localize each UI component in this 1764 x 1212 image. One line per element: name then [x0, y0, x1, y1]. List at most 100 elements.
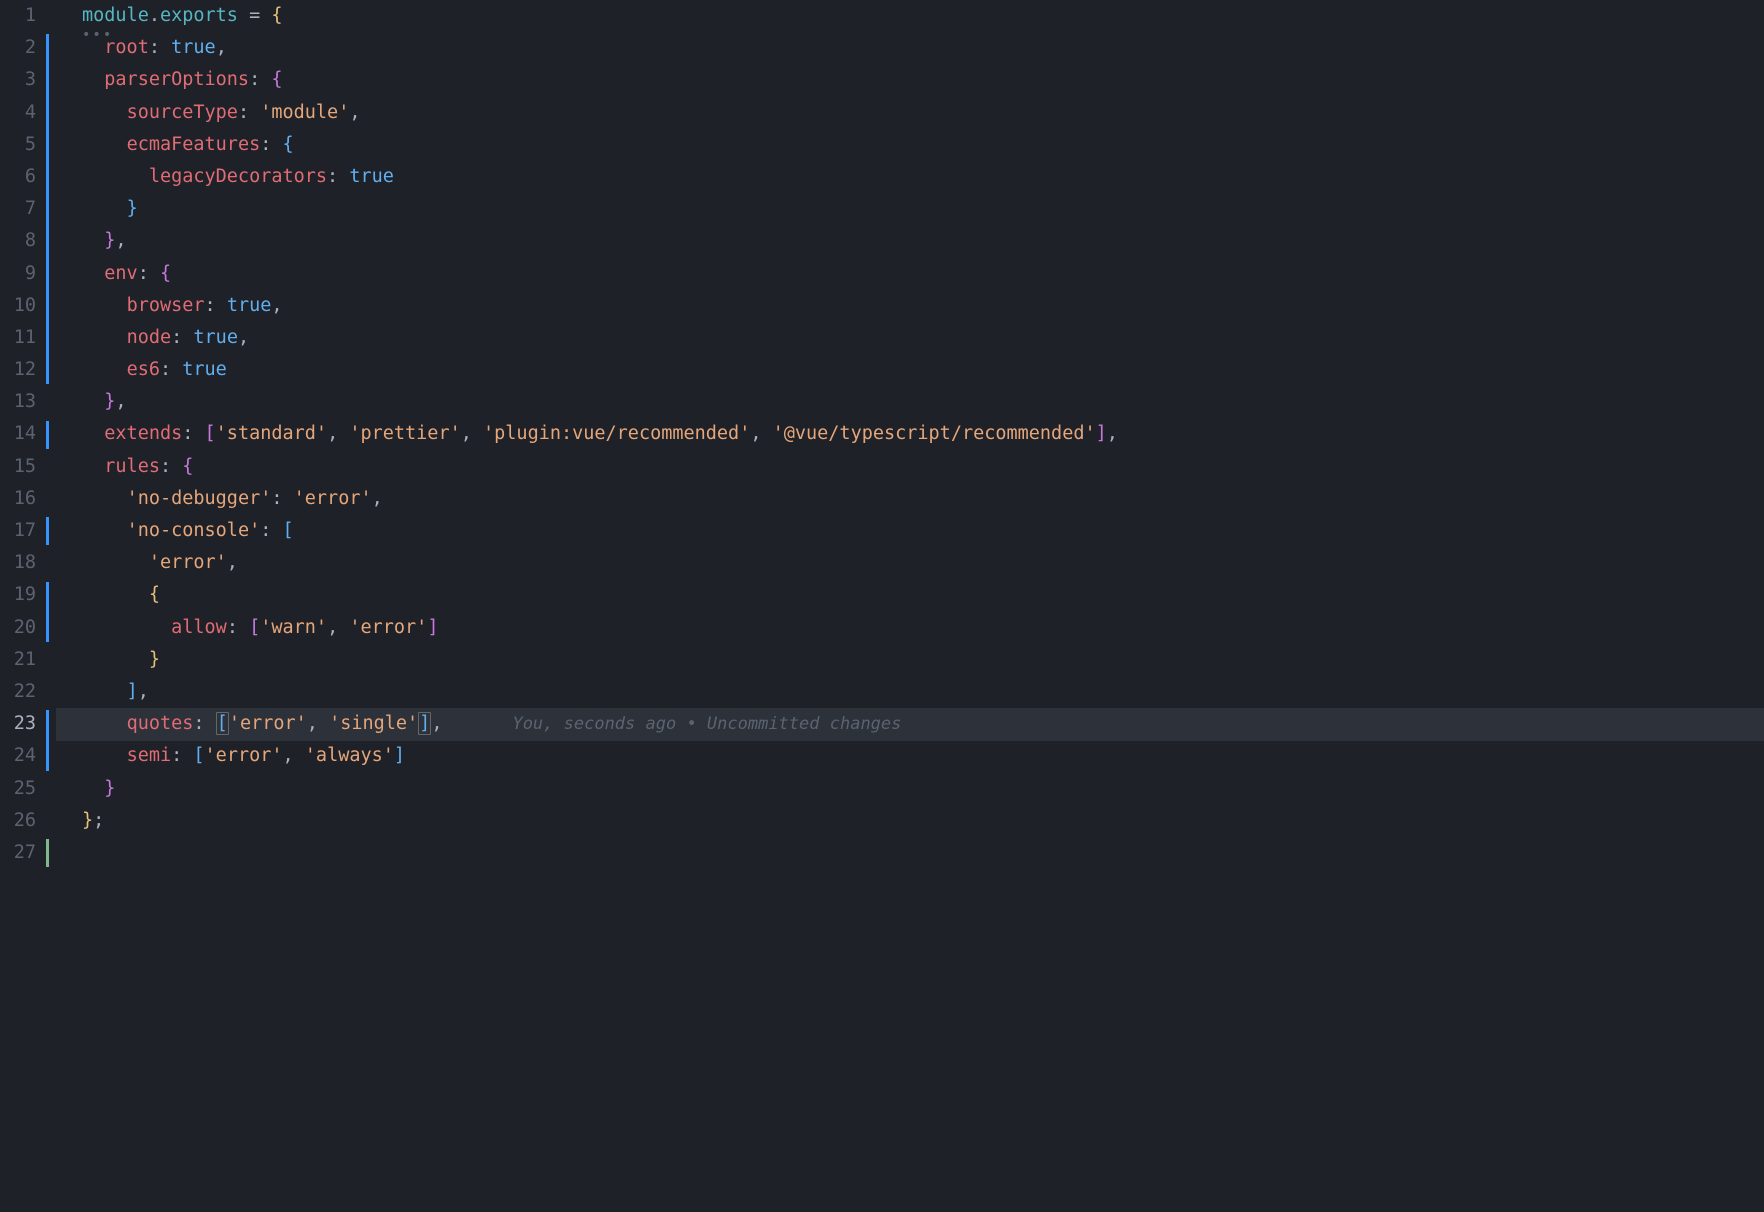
line-number[interactable]: 2 [0, 32, 36, 64]
code-token: , [1107, 423, 1118, 444]
code-token: ] [127, 681, 138, 702]
code-token: semi [127, 745, 172, 766]
code-token: true [182, 359, 227, 380]
code-token: , [750, 423, 772, 444]
code-token: 'prettier' [349, 423, 460, 444]
line-number[interactable]: 20 [0, 612, 36, 644]
code-token: : [171, 327, 193, 348]
code-token: , [115, 230, 126, 251]
line-number[interactable]: 3 [0, 64, 36, 96]
code-token: { [182, 456, 193, 477]
code-token: [ [249, 617, 260, 638]
line-number[interactable]: 17 [0, 515, 36, 547]
code-token: } [104, 391, 115, 412]
code-token: browser [127, 295, 205, 316]
line-number[interactable]: 5 [0, 129, 36, 161]
code-token: = [238, 5, 271, 26]
code-token: ] [418, 712, 431, 735]
code-token: 'error' [205, 745, 283, 766]
code-token: : [138, 263, 160, 284]
line-number[interactable]: 9 [0, 258, 36, 290]
code-token: 'no-console' [127, 520, 261, 541]
code-token: module [82, 5, 149, 26]
code-token: , [327, 423, 349, 444]
line-number[interactable]: 19 [0, 579, 36, 611]
line-number[interactable]: 27 [0, 837, 36, 869]
code-token: : [271, 488, 293, 509]
code-token: [ [193, 745, 204, 766]
code-token: , [138, 681, 149, 702]
line-number[interactable]: 4 [0, 97, 36, 129]
code-token: true [193, 327, 238, 348]
code-token: . [149, 5, 160, 26]
code-token: rules [104, 456, 160, 477]
code-token: parserOptions [104, 69, 249, 90]
line-number[interactable]: 24 [0, 740, 36, 772]
code-token: ecmaFeatures [127, 134, 261, 155]
code-area[interactable]: ••• module.exports = { root: true, parse… [56, 0, 1764, 1212]
code-token: { [283, 134, 294, 155]
code-token: : [171, 745, 193, 766]
code-token: '@vue/typescript/recommended' [773, 423, 1096, 444]
code-token: , [283, 745, 305, 766]
code-token: true [227, 295, 272, 316]
code-token: sourceType [127, 102, 238, 123]
line-number[interactable]: 22 [0, 676, 36, 708]
code-token: env [104, 263, 137, 284]
code-token: } [149, 649, 160, 670]
line-number[interactable]: 11 [0, 322, 36, 354]
code-token: [ [283, 520, 294, 541]
line-number[interactable]: 15 [0, 451, 36, 483]
line-number[interactable]: 23 [0, 708, 36, 740]
code-token: , [115, 391, 126, 412]
code-token: ; [93, 810, 104, 831]
code-editor[interactable]: 1234567891011121314151617181920212223242… [0, 0, 1764, 1212]
diff-gutter [46, 0, 56, 1212]
line-number[interactable]: 6 [0, 161, 36, 193]
code-token: 'error' [349, 617, 427, 638]
code-token: , [307, 713, 329, 734]
line-number[interactable]: 13 [0, 386, 36, 418]
code-token: : [205, 295, 227, 316]
code-token: : [238, 102, 260, 123]
code-token: , [372, 488, 383, 509]
line-number[interactable]: 18 [0, 547, 36, 579]
line-number[interactable]: 26 [0, 805, 36, 837]
ellipsis-hint: ••• [82, 27, 113, 43]
line-number-gutter[interactable]: 1234567891011121314151617181920212223242… [0, 0, 46, 1212]
code-token: true [171, 37, 216, 58]
diff-bar [46, 34, 49, 384]
line-number[interactable]: 14 [0, 418, 36, 450]
code-token: ] [427, 617, 438, 638]
line-number[interactable]: 25 [0, 773, 36, 805]
line-number[interactable]: 21 [0, 644, 36, 676]
code-token: , [227, 552, 238, 573]
line-number[interactable]: 1 [0, 0, 36, 32]
code-token: : [260, 134, 282, 155]
gitlens-annotation: You, seconds ago • Uncommitted changes [512, 714, 901, 734]
code-token: 'single' [329, 713, 418, 734]
code-token: , [271, 295, 282, 316]
code-token: true [349, 166, 394, 187]
code-token: { [271, 5, 282, 26]
code-token: } [82, 810, 93, 831]
line-number[interactable]: 16 [0, 483, 36, 515]
diff-bar [46, 710, 49, 770]
code-token: 'warn' [260, 617, 327, 638]
code-token: , [216, 37, 227, 58]
line-number[interactable]: 7 [0, 193, 36, 225]
code-token: , [349, 102, 360, 123]
code-token: : [160, 456, 182, 477]
code-token: : [249, 69, 271, 90]
code-token: ] [1096, 423, 1107, 444]
code-token: 'plugin:vue/recommended' [483, 423, 750, 444]
code-token: , [327, 617, 349, 638]
code-token: : [327, 166, 349, 187]
code-token: legacyDecorators [149, 166, 327, 187]
line-number[interactable]: 8 [0, 225, 36, 257]
code-token: , [461, 423, 483, 444]
code-token: : [160, 359, 182, 380]
code-token: : [193, 713, 215, 734]
line-number[interactable]: 10 [0, 290, 36, 322]
line-number[interactable]: 12 [0, 354, 36, 386]
